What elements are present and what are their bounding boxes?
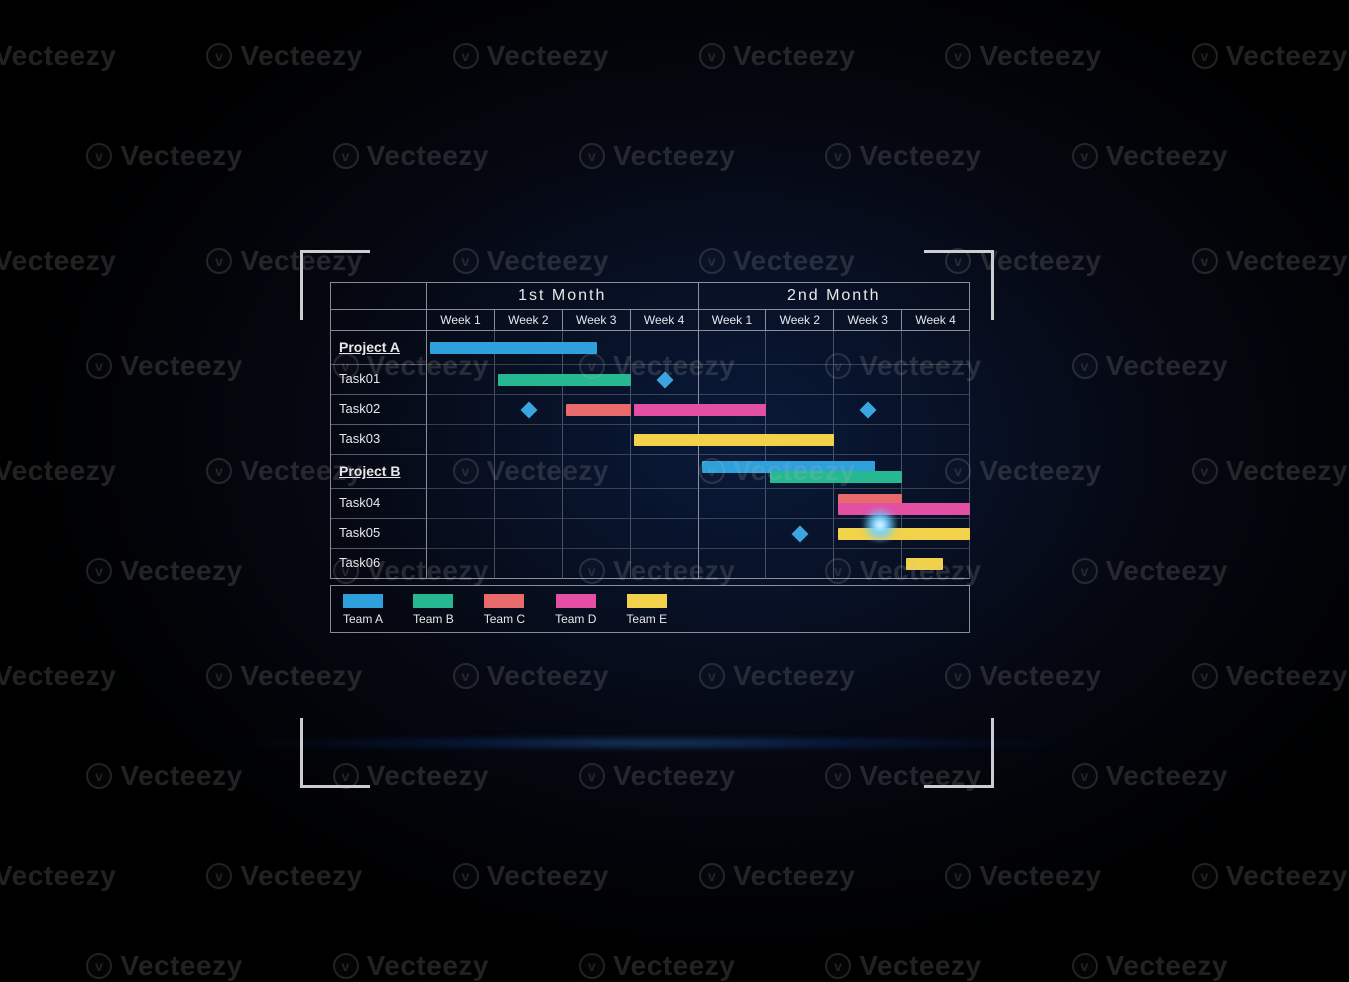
task-label: Task01	[331, 365, 427, 395]
gantt-bar	[430, 342, 596, 354]
task-label: Task05	[331, 519, 427, 549]
legend-item: Team D	[555, 594, 596, 626]
task-label: Task02	[331, 395, 427, 425]
project-label: Project A	[331, 331, 427, 365]
project-label: Project B	[331, 455, 427, 489]
gantt-project-row: Project A	[330, 331, 970, 365]
legend-swatch	[413, 594, 453, 608]
legend-swatch	[627, 594, 667, 608]
crop-mark-bottom-right	[924, 718, 994, 788]
gantt-task-row: Task06	[330, 549, 970, 579]
gantt-bar	[634, 404, 766, 416]
legend-swatch	[343, 594, 383, 608]
week-header: Week 1	[699, 310, 767, 331]
gantt-chart: 1st Month 2nd Month Week 1 Week 2 Week 3…	[330, 282, 970, 633]
task-label: Task03	[331, 425, 427, 455]
legend-label: Team B	[413, 612, 454, 626]
gantt-bar	[838, 528, 970, 540]
gantt-bar	[770, 471, 902, 483]
week-header: Week 3	[563, 310, 631, 331]
lens-flare	[860, 505, 900, 545]
week-header: Week 2	[766, 310, 834, 331]
gantt-project-row: Project B	[330, 455, 970, 489]
legend-swatch	[484, 594, 524, 608]
task-label: Task06	[331, 549, 427, 579]
week-header: Week 4	[902, 310, 970, 331]
gantt-header-months: 1st Month 2nd Month	[330, 282, 970, 310]
legend-label: Team A	[343, 612, 383, 626]
legend-swatch	[556, 594, 596, 608]
crop-mark-bottom-left	[300, 718, 370, 788]
legend-label: Team E	[626, 612, 667, 626]
week-header: Week 3	[834, 310, 902, 331]
legend-item: Team B	[413, 594, 454, 626]
task-label: Task04	[331, 489, 427, 519]
week-header: Week 2	[495, 310, 563, 331]
month-header: 2nd Month	[699, 283, 971, 310]
gantt-bar	[838, 503, 970, 515]
gantt-bar	[634, 434, 834, 446]
week-header: Week 4	[631, 310, 699, 331]
gantt-task-row: Task03	[330, 425, 970, 455]
gantt-bar	[906, 558, 943, 570]
legend-label: Team D	[555, 612, 596, 626]
week-header: Week 1	[427, 310, 495, 331]
gantt-task-row: Task01	[330, 365, 970, 395]
legend-label: Team C	[484, 612, 525, 626]
gantt-header-weeks: Week 1 Week 2 Week 3 Week 4 Week 1 Week …	[330, 310, 970, 331]
legend-item: Team E	[626, 594, 667, 626]
gantt-legend: Team A Team B Team C Team D Team E	[330, 585, 970, 633]
legend-item: Team A	[343, 594, 383, 626]
month-header: 1st Month	[427, 283, 699, 310]
legend-item: Team C	[484, 594, 525, 626]
gantt-bar	[566, 404, 630, 416]
gantt-bar	[498, 374, 630, 386]
gantt-task-row: Task02	[330, 395, 970, 425]
